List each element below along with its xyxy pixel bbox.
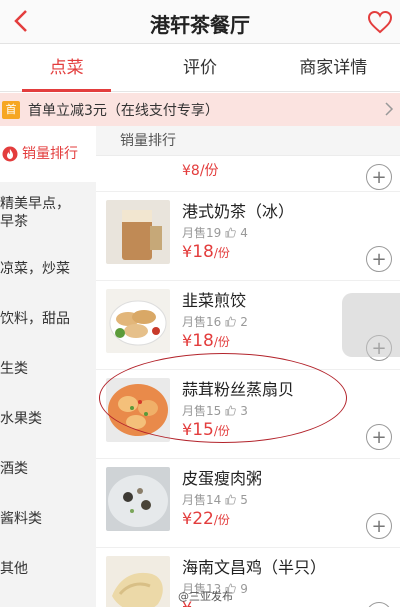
- price-amount: 22: [192, 509, 214, 529]
- list-item: ¥8/份 +: [96, 156, 400, 192]
- sidebar-item-label: 生类: [0, 361, 28, 377]
- sidebar-item-cold-dishes[interactable]: 凉菜，炒菜: [0, 244, 96, 294]
- sidebar-item-label: 凉菜，炒菜: [0, 261, 70, 277]
- like-count: 5: [240, 492, 248, 507]
- promo-text: 首单立减3元（在线支付专享）: [28, 102, 219, 119]
- price-amount: 18: [192, 242, 214, 262]
- dish-name: 港式奶茶（冰）: [182, 202, 295, 221]
- price-unit: /份: [213, 424, 230, 438]
- dish-stats: 月售16 2: [182, 313, 248, 330]
- dish-name: 海南文昌鸡（半只）: [182, 558, 327, 577]
- currency-symbol: ¥: [182, 242, 193, 261]
- list-item[interactable]: 皮蛋瘦肉粥 月售14 5 ¥22/份 +: [96, 459, 400, 548]
- monthly-sales: 月售19: [182, 226, 222, 240]
- dish-image: [106, 467, 170, 531]
- sidebar-item-label: 酒类: [0, 461, 28, 477]
- sidebar-item-other[interactable]: 其他: [0, 544, 96, 594]
- like-count: 4: [240, 225, 248, 240]
- category-sidebar: 销量排行 精美早点，早茶 凉菜，炒菜 饮料，甜品 生类 水果类 酒类 酱料类 其…: [0, 126, 96, 607]
- chevron-right-icon: [385, 102, 394, 116]
- monthly-sales: 月售15: [182, 404, 222, 418]
- add-to-cart-button[interactable]: +: [366, 424, 392, 450]
- price-unit: /份: [213, 513, 230, 527]
- sidebar-item-sauces[interactable]: 酱料类: [0, 494, 96, 544]
- sidebar-item-label: 其他: [0, 561, 28, 577]
- add-to-cart-button[interactable]: +: [366, 513, 392, 539]
- sidebar-item-fruit[interactable]: 水果类: [0, 394, 96, 444]
- sidebar-item-label: 水果类: [0, 411, 42, 427]
- dish-price: ¥18/份: [182, 331, 230, 351]
- tab-reviews[interactable]: 评价: [133, 44, 266, 91]
- dish-image: [106, 200, 170, 264]
- dish-price: ¥22/份: [182, 509, 230, 529]
- monthly-sales: 月售16: [182, 315, 222, 329]
- dish-stats: 月售14 5: [182, 491, 248, 508]
- sidebar-item-breakfast[interactable]: 精美早点，早茶: [0, 182, 96, 244]
- dish-name: 韭菜煎饺: [182, 291, 247, 310]
- heart-icon: [367, 10, 393, 34]
- tab-order[interactable]: 点菜: [0, 44, 133, 92]
- currency-symbol: ¥: [182, 331, 193, 350]
- fire-icon: [2, 146, 18, 162]
- thumbs-up-icon: [225, 316, 237, 327]
- price-amount: 15: [192, 420, 214, 440]
- dish-list: 销量排行 ¥8/份 + 港式奶茶（冰） 月售19 4 ¥18/份 + 韭菜煎饺 …: [96, 126, 400, 607]
- dish-price: ¥8/份: [182, 163, 219, 179]
- add-to-cart-button[interactable]: +: [366, 246, 392, 272]
- sidebar-item-alcohol[interactable]: 酒类: [0, 444, 96, 494]
- tab-merchant-details[interactable]: 商家详情: [267, 44, 400, 91]
- sidebar-item-label: 精美早点，早茶: [0, 196, 70, 230]
- dish-image: [106, 289, 170, 353]
- sidebar-item-label: 酱料类: [0, 511, 42, 527]
- list-item[interactable]: 蒜茸粉丝蒸扇贝 月售15 3 ¥15/份 +: [96, 370, 400, 459]
- currency-symbol: ¥: [182, 420, 193, 439]
- like-count: 2: [240, 314, 248, 329]
- monthly-sales: 月售14: [182, 493, 222, 507]
- list-item[interactable]: 港式奶茶（冰） 月售19 4 ¥18/份 +: [96, 192, 400, 281]
- list-item[interactable]: 海南文昌鸡（半只） 月售13 9 ¥ +: [96, 548, 400, 607]
- dish-name: 蒜茸粉丝蒸扇贝: [182, 380, 295, 399]
- first-order-badge: 首: [2, 100, 20, 119]
- like-count: 9: [240, 581, 248, 596]
- add-to-cart-button[interactable]: +: [366, 164, 392, 190]
- sidebar-item-label: 销量排行: [22, 146, 78, 162]
- dish-stats: 月售15 3: [182, 402, 248, 419]
- dish-name: 皮蛋瘦肉粥: [182, 469, 263, 488]
- thumbs-up-icon: [225, 227, 237, 238]
- header-bar: 港轩茶餐厅: [0, 0, 400, 44]
- dish-price: ¥15/份: [182, 420, 230, 440]
- section-header: 销量排行: [96, 126, 400, 156]
- floating-assistive-button[interactable]: [342, 293, 400, 357]
- page-title: 港轩茶餐厅: [150, 13, 250, 37]
- price-unit: /份: [213, 246, 230, 260]
- dish-image: [106, 378, 170, 442]
- sidebar-item-top-sales[interactable]: 销量排行: [0, 126, 96, 182]
- thumbs-up-icon: [225, 494, 237, 505]
- sidebar-item-raw[interactable]: 生类: [0, 344, 96, 394]
- thumbs-up-icon: [225, 405, 237, 416]
- favorite-button[interactable]: [364, 6, 396, 38]
- tab-bar: 点菜 评价 商家详情: [0, 44, 400, 92]
- watermark: @三亚发布: [178, 590, 233, 603]
- dish-stats: 月售19 4: [182, 224, 248, 241]
- price-unit: /份: [213, 335, 230, 349]
- add-to-cart-button[interactable]: +: [366, 602, 392, 607]
- sidebar-item-drinks[interactable]: 饮料，甜品: [0, 294, 96, 344]
- currency-symbol: ¥: [182, 509, 193, 528]
- like-count: 3: [240, 403, 248, 418]
- promo-banner[interactable]: 首 首单立减3元（在线支付专享）: [0, 93, 400, 126]
- sidebar-item-label: 饮料，甜品: [0, 311, 70, 327]
- price-amount: 18: [192, 331, 214, 351]
- dish-price: ¥18/份: [182, 242, 230, 262]
- dish-image: [106, 556, 170, 607]
